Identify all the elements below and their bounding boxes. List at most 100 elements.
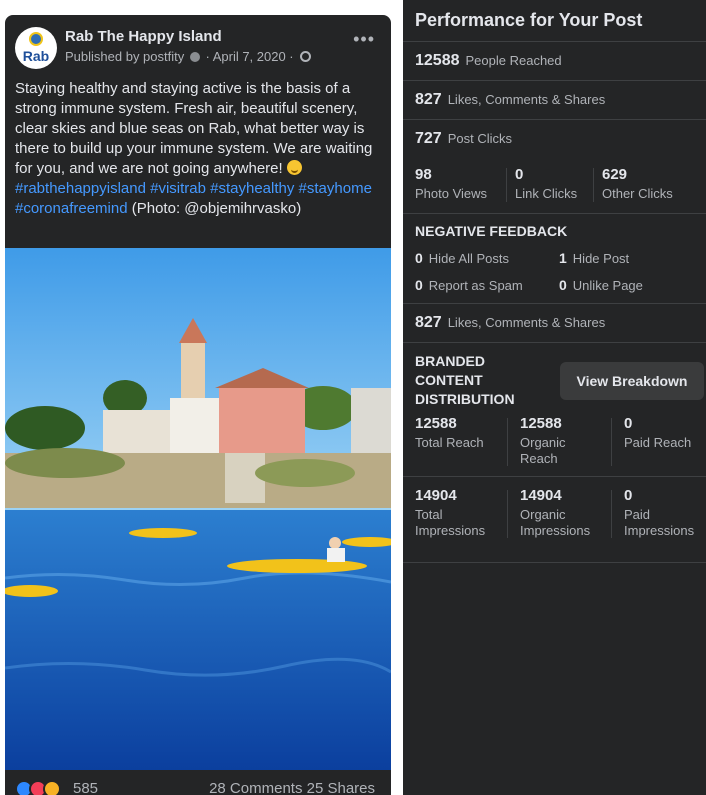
photo-views-label: Photo Views: [415, 186, 488, 201]
hashtag-link[interactable]: #visitrab: [150, 180, 206, 197]
branded-title-line: DISTRIBUTION: [415, 391, 515, 407]
report-spam-label: Report as Spam: [428, 278, 523, 293]
logo-sun-icon: [29, 32, 43, 46]
more-icon[interactable]: •••: [353, 30, 375, 48]
column-separator: [506, 168, 507, 202]
link-clicks-stat: 0 Link Clicks: [515, 166, 577, 202]
other-clicks-stat: 629 Other Clicks: [602, 166, 673, 202]
total-impressions-label: Total Impressions: [415, 507, 486, 538]
hide-all-posts-label: Hide All Posts: [428, 251, 509, 266]
paid-reach-label: Paid Reach: [624, 435, 692, 450]
photo-views-value: 98: [415, 166, 432, 183]
page-name-link[interactable]: Rab The Happy Island: [65, 28, 222, 45]
branded-title-line: BRANDED: [415, 353, 485, 369]
total-impressions-value: 14904: [415, 487, 457, 504]
link-clicks-value: 0: [515, 166, 524, 183]
divider: [403, 119, 706, 120]
photo-views-stat: 98 Photo Views: [415, 166, 487, 202]
performance-panel: Performance for Your Post 12588 People Re…: [403, 0, 706, 795]
globe-icon: [300, 51, 312, 62]
hashtag-link[interactable]: #coronafreemind: [15, 200, 128, 217]
page-avatar[interactable]: Rab: [15, 27, 57, 69]
engagement-label: Likes, Comments & Shares: [447, 92, 606, 107]
hide-post-stat: 1 Hide Post: [559, 250, 629, 268]
divider: [403, 342, 706, 343]
postfity-icon: [189, 52, 200, 62]
total-reach-label: Total Reach: [415, 435, 484, 450]
hide-all-posts-stat: 0 Hide All Posts: [415, 250, 509, 268]
divider: [403, 303, 706, 304]
post-clicks-label: Post Clicks: [447, 131, 512, 146]
post-clicks-row: 727 Post Clicks: [415, 130, 512, 148]
divider: [403, 80, 706, 81]
divider: [403, 213, 706, 214]
column-separator: [507, 418, 508, 466]
people-reached-value: 12588: [415, 52, 460, 69]
reactions-bar: 585 28 Comments 25 Shares: [15, 777, 381, 795]
post-body: Staying healthy and staying active is th…: [15, 80, 373, 177]
report-spam-value: 0: [415, 277, 423, 293]
column-separator: [611, 418, 612, 466]
engagement-value: 827: [415, 91, 442, 108]
post-photo[interactable]: [5, 248, 391, 770]
hide-all-posts-value: 0: [415, 250, 423, 266]
branded-content-title: BRANDED CONTENT DISTRIBUTION: [415, 352, 515, 409]
hashtag-link[interactable]: #stayhealthy: [210, 180, 294, 197]
reaction-count[interactable]: 585: [73, 780, 98, 795]
link-clicks-label: Link Clicks: [515, 186, 578, 201]
post-card: Rab Rab The Happy Island Published by po…: [5, 15, 391, 795]
organic-impressions-value: 14904: [520, 487, 562, 504]
unlike-page-label: Unlike Page: [572, 278, 643, 293]
hashtag-link[interactable]: #stayhome: [299, 180, 372, 197]
view-breakdown-button[interactable]: View Breakdown: [560, 362, 704, 400]
column-separator: [593, 168, 594, 202]
post-header: Rab Rab The Happy Island Published by po…: [15, 27, 381, 75]
column-separator: [611, 490, 612, 538]
divider: [403, 41, 706, 42]
people-reached-row: 12588 People Reached: [415, 52, 562, 70]
negative-feedback-title: NEGATIVE FEEDBACK: [415, 223, 568, 239]
post-text: Staying healthy and staying active is th…: [15, 79, 381, 219]
unlike-page-value: 0: [559, 277, 567, 293]
engagement-row: 827 Likes, Comments & Shares: [415, 91, 605, 109]
total-reach-value: 12588: [415, 415, 457, 432]
divider: [403, 476, 706, 477]
photo-credit: (Photo: @objemihrvasko): [131, 200, 302, 217]
organic-reach-value: 12588: [520, 415, 562, 432]
unlike-page-stat: 0 Unlike Page: [559, 277, 643, 295]
paid-impressions-value: 0: [624, 487, 633, 504]
hide-post-label: Hide Post: [572, 251, 630, 266]
branded-title-line: CONTENT: [415, 372, 483, 388]
hide-post-value: 1: [559, 250, 567, 266]
avatar-text: Rab: [22, 48, 50, 64]
comments-shares[interactable]: 28 Comments 25 Shares: [209, 780, 375, 795]
other-clicks-label: Other Clicks: [602, 186, 673, 201]
total-reach-stat: 12588 Total Reach: [415, 415, 505, 451]
haha-reaction-icon[interactable]: [43, 780, 61, 795]
hashtag-link[interactable]: #rabthehappyisland: [15, 180, 146, 197]
paid-reach-value: 0: [624, 415, 633, 432]
organic-reach-stat: 12588 Organic Reach: [520, 415, 600, 467]
post-meta: Published by postfity · April 7, 2020 ·: [65, 49, 312, 64]
people-reached-label: People Reached: [465, 53, 562, 68]
wink-emoji-icon: [286, 160, 302, 175]
report-spam-stat: 0 Report as Spam: [415, 277, 523, 295]
post-date[interactable]: · April 7, 2020 ·: [205, 49, 293, 64]
photo-illustration: [5, 248, 391, 770]
other-clicks-value: 629: [602, 166, 628, 183]
engagement-row-2: 827 Likes, Comments & Shares: [415, 314, 605, 332]
engagement-label-2: Likes, Comments & Shares: [447, 315, 606, 330]
organic-impressions-label: Organic Impressions: [520, 507, 591, 538]
divider: [403, 562, 706, 563]
engagement-value-2: 827: [415, 314, 442, 331]
post-clicks-value: 727: [415, 130, 442, 147]
paid-impressions-stat: 0 Paid Impressions: [624, 487, 704, 539]
organic-impressions-stat: 14904 Organic Impressions: [520, 487, 600, 539]
published-by[interactable]: Published by postfity: [65, 49, 184, 64]
organic-reach-label: Organic Reach: [520, 435, 566, 466]
total-impressions-stat: 14904 Total Impressions: [415, 487, 505, 539]
paid-reach-stat: 0 Paid Reach: [624, 415, 704, 451]
paid-impressions-label: Paid Impressions: [624, 507, 695, 538]
column-separator: [507, 490, 508, 538]
panel-title: Performance for Your Post: [415, 10, 643, 30]
